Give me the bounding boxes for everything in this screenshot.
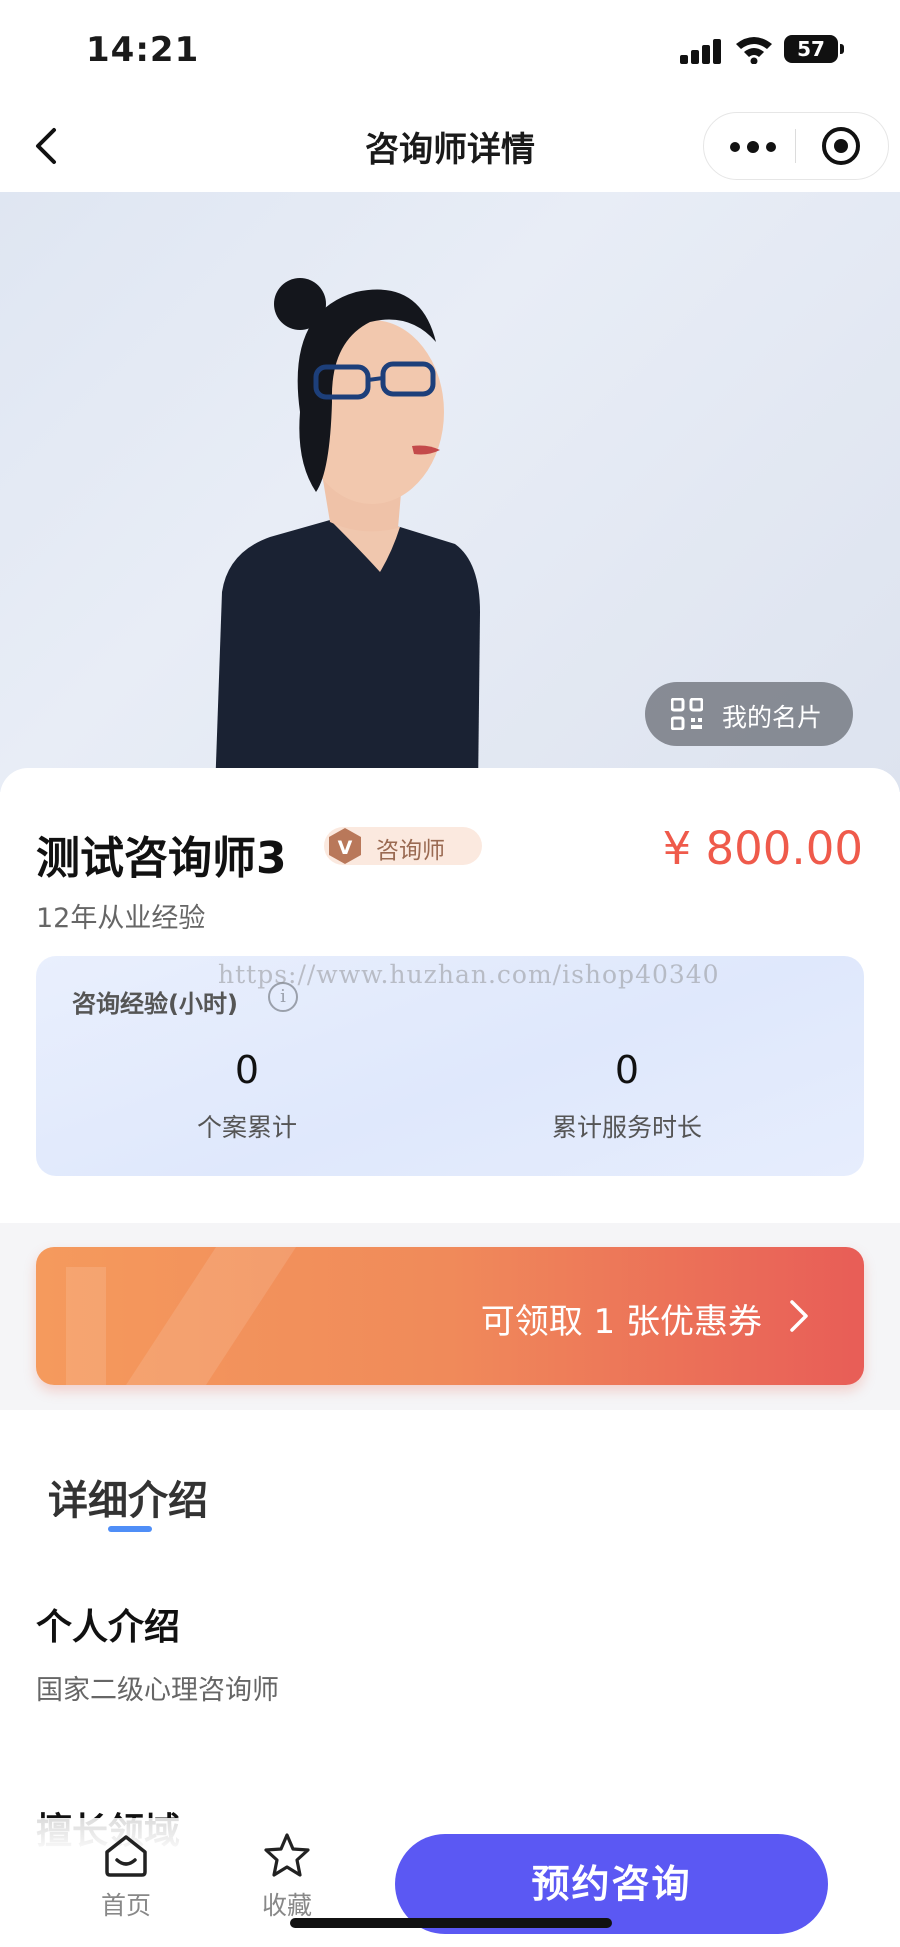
stat-label: 个案累计 bbox=[196, 1113, 297, 1142]
stats-title: 咨询经验(小时) bbox=[72, 990, 238, 1018]
tab-active-indicator bbox=[108, 1526, 152, 1532]
home-label: 首页 bbox=[100, 1891, 151, 1920]
chevron-right-icon bbox=[790, 1300, 808, 1332]
home-tab[interactable]: 首页 bbox=[86, 1832, 166, 1922]
intro-text: 国家二级心理咨询师 bbox=[36, 1675, 279, 1706]
stat-service-hours: 0 累计服务时长 bbox=[477, 1048, 777, 1144]
battery-icon: 57 bbox=[784, 35, 844, 63]
svg-text:V: V bbox=[338, 837, 353, 859]
qr-code-icon bbox=[671, 698, 703, 730]
coupon-text: 可领取 1 张优惠券 bbox=[480, 1302, 762, 1342]
intro-title: 个人介绍 bbox=[36, 1607, 181, 1648]
nav-bar: 咨询师详情 bbox=[0, 100, 900, 192]
cellular-signal-icon bbox=[680, 38, 724, 64]
profile-card: 测试咨询师3 V 咨询师 ¥ 800.00 12年从业经验 咨询经验(小时) i… bbox=[0, 768, 900, 1223]
star-icon bbox=[264, 1833, 310, 1877]
coupon-decoration bbox=[66, 1247, 296, 1385]
tab-details[interactable]: 详细介绍 bbox=[48, 1468, 208, 1526]
home-indicator bbox=[290, 1918, 612, 1928]
counselor-name: 测试咨询师3 bbox=[36, 833, 287, 884]
counselor-badge: V 咨询师 bbox=[324, 827, 482, 865]
stat-value: 0 bbox=[614, 1048, 640, 1092]
coupon-banner[interactable]: 可领取 1 张优惠券 bbox=[36, 1247, 864, 1385]
close-target-icon[interactable] bbox=[822, 127, 860, 165]
badge-label: 咨询师 bbox=[376, 838, 445, 864]
stat-case-count: 0 个案累计 bbox=[97, 1048, 397, 1144]
v-badge-icon: V bbox=[329, 828, 361, 864]
more-icon[interactable] bbox=[726, 129, 782, 163]
status-bar: 14:21 57 bbox=[0, 0, 900, 100]
home-icon bbox=[105, 1835, 147, 1877]
namecard-label: 我的名片 bbox=[722, 703, 823, 732]
stat-label: 累计服务时长 bbox=[551, 1113, 702, 1142]
favorite-label: 收藏 bbox=[261, 1891, 312, 1920]
status-time: 14:21 bbox=[86, 30, 200, 70]
experience-years: 12年从业经验 bbox=[36, 903, 206, 934]
stat-value: 0 bbox=[234, 1048, 260, 1092]
wifi-icon bbox=[736, 37, 772, 64]
price: ¥ 800.00 bbox=[662, 822, 863, 875]
my-namecard-button[interactable]: 我的名片 bbox=[645, 682, 853, 746]
favorite-tab[interactable]: 收藏 bbox=[247, 1832, 327, 1922]
mini-program-capsule bbox=[703, 112, 889, 180]
consultation-stats-card: 咨询经验(小时) i 0 个案累计 0 累计服务时长 bbox=[36, 956, 864, 1176]
capsule-divider bbox=[795, 129, 796, 163]
coupon-section: 可领取 1 张优惠券 bbox=[0, 1223, 900, 1410]
counselor-photo: 我的名片 bbox=[0, 192, 900, 792]
watermark-text: https://www.huzhan.com/ishop40340 bbox=[218, 960, 720, 989]
